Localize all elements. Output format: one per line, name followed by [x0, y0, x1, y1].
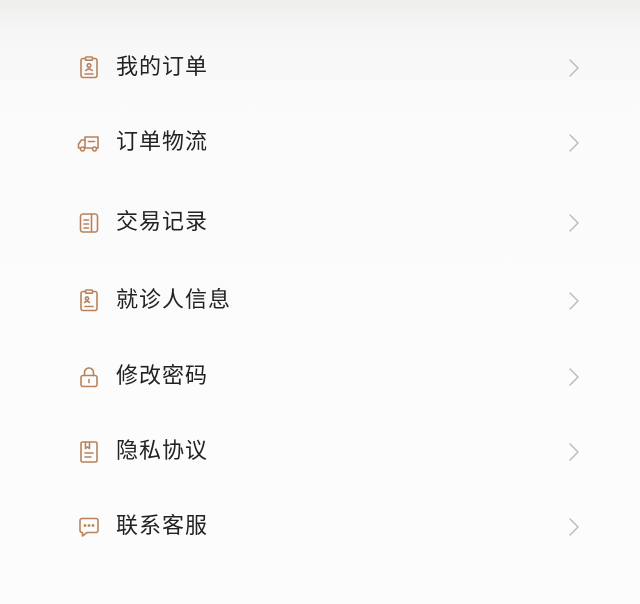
chat-bubble-icon	[76, 515, 102, 539]
menu-item-my-orders[interactable]: 我的订单	[64, 40, 594, 96]
menu-item-order-logistics[interactable]: 订单物流	[64, 115, 594, 171]
order-clipboard-icon	[76, 56, 102, 80]
delivery-truck-icon	[76, 131, 102, 155]
chevron-right-icon	[568, 290, 580, 312]
lock-icon	[76, 365, 102, 389]
settings-menu: 我的订单 订单物流 交易记录 就诊人信息 修改密码 隐私协议 联系客服	[0, 0, 640, 604]
menu-item-label: 修改密码	[116, 364, 209, 389]
menu-item-privacy-agreement[interactable]: 隐私协议	[64, 424, 594, 480]
menu-item-contact-support[interactable]: 联系客服	[64, 499, 594, 555]
chevron-right-icon	[568, 441, 580, 463]
chevron-right-icon	[568, 366, 580, 388]
privacy-document-icon	[76, 440, 102, 464]
chevron-right-icon	[568, 516, 580, 538]
chevron-right-icon	[568, 132, 580, 154]
chevron-right-icon	[568, 57, 580, 79]
menu-item-label: 就诊人信息	[116, 288, 232, 313]
menu-item-label: 隐私协议	[116, 439, 209, 464]
menu-item-change-password[interactable]: 修改密码	[64, 349, 594, 405]
transaction-record-icon	[76, 211, 102, 235]
chevron-right-icon	[568, 212, 580, 234]
menu-item-label: 我的订单	[116, 55, 209, 80]
patient-info-icon	[76, 289, 102, 313]
menu-item-label: 订单物流	[116, 130, 209, 155]
menu-item-label: 联系客服	[116, 514, 209, 539]
menu-item-patient-info[interactable]: 就诊人信息	[64, 273, 594, 329]
menu-item-label: 交易记录	[116, 210, 209, 235]
menu-item-transaction-records[interactable]: 交易记录	[64, 195, 594, 251]
